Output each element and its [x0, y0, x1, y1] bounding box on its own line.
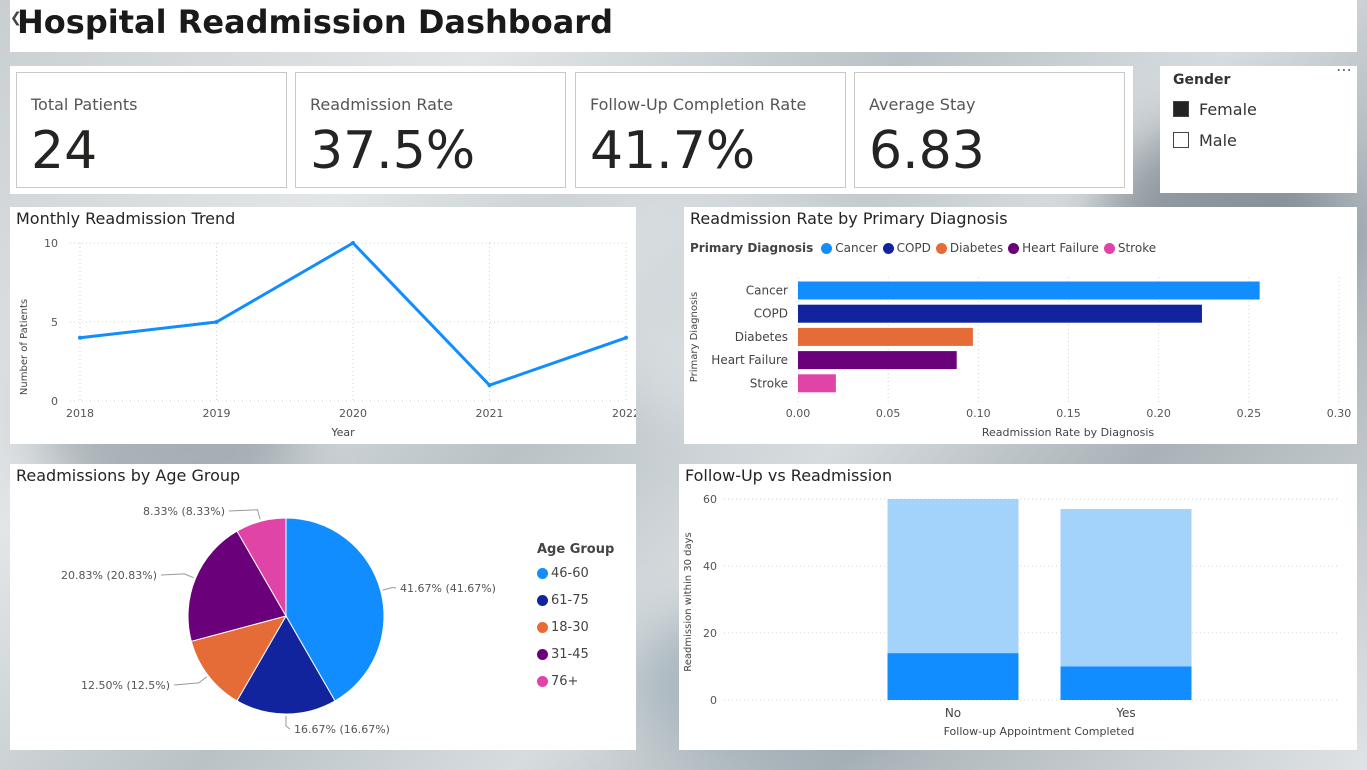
y-tick-label: 40	[703, 560, 717, 573]
kpi-card-readmission-rate: Readmission Rate 37.5%	[295, 72, 566, 188]
y-tick-label: Cancer	[746, 284, 788, 298]
slicer-option-label: Female	[1199, 99, 1257, 119]
checkbox-empty-icon[interactable]	[1173, 132, 1189, 148]
column-chart-card: Follow-Up vs Readmission Readmission wit…	[679, 464, 1357, 750]
y-tick-label: 60	[703, 493, 717, 506]
bar[interactable]	[798, 351, 957, 370]
gender-slicer: ⋯ Gender Female Male	[1160, 60, 1357, 193]
legend-item[interactable]: 46-60	[537, 566, 589, 581]
kpi-value: 37.5%	[310, 121, 476, 181]
legend-dot-icon	[537, 649, 548, 660]
x-tick-label: No	[945, 706, 961, 720]
kpi-label: Average Stay	[869, 95, 976, 114]
legend-dot-icon	[537, 595, 548, 606]
checkbox-checked-icon[interactable]	[1173, 101, 1189, 117]
x-tick-label: 0.10	[966, 407, 991, 420]
pie-chart-card: Readmissions by Age Group 41.67% (41.67%…	[10, 464, 636, 750]
y-axis-title: Primary Diagnosis	[689, 292, 700, 382]
x-tick-label: 2022	[612, 407, 636, 420]
legend-dot-icon	[537, 676, 548, 687]
page-title: Hospital Readmission Dashboard	[17, 3, 613, 41]
legend-label: 18-30	[551, 620, 589, 635]
data-label: 41.67% (41.67%)	[400, 582, 496, 595]
x-tick-label: 0.30	[1327, 407, 1352, 420]
x-axis-title: Year	[330, 426, 355, 439]
data-label: 12.50% (12.5%)	[81, 679, 170, 692]
leader-line	[160, 573, 194, 579]
legend-item[interactable]: 18-30	[537, 620, 589, 635]
y-tick-label: 0	[710, 694, 717, 707]
legend-label: 76+	[551, 674, 579, 689]
y-axis-title: Number of Patients	[19, 299, 30, 395]
leader-line	[228, 509, 261, 520]
leader-line	[173, 676, 207, 686]
y-tick-label: Heart Failure	[711, 353, 788, 367]
legend-label: 61-75	[551, 593, 589, 608]
y-tick-label: Stroke	[750, 376, 788, 390]
x-tick-label: 2021	[476, 407, 504, 420]
y-tick-label: 10	[44, 237, 58, 250]
kpi-card-follow-up-rate: Follow-Up Completion Rate 41.7%	[575, 72, 846, 188]
kpi-value: 6.83	[869, 121, 985, 181]
x-tick-label: Yes	[1115, 706, 1135, 720]
kpi-strip: Total Patients 24 Readmission Rate 37.5%…	[10, 66, 1133, 194]
more-options-icon[interactable]: ⋯	[1336, 60, 1353, 79]
legend-dot-icon	[537, 568, 548, 579]
x-tick-label: 0.05	[876, 407, 901, 420]
column-segment[interactable]	[1060, 509, 1192, 667]
bar-chart-card: Readmission Rate by Primary Diagnosis Pr…	[684, 207, 1357, 444]
x-tick-label: 2018	[66, 407, 94, 420]
slicer-option-male[interactable]: Male	[1173, 130, 1237, 150]
x-tick-label: 0.25	[1237, 407, 1262, 420]
legend-item[interactable]: 31-45	[537, 647, 589, 662]
legend-label: 46-60	[551, 566, 589, 581]
kpi-card-average-stay: Average Stay 6.83	[854, 72, 1125, 188]
column-segment[interactable]	[1060, 666, 1192, 701]
column-segment[interactable]	[887, 499, 1019, 654]
leader-line	[285, 715, 291, 730]
legend-title: Age Group	[537, 542, 615, 557]
legend-dot-icon	[537, 622, 548, 633]
y-tick-label: Diabetes	[735, 330, 788, 344]
slicer-option-label: Male	[1199, 130, 1237, 150]
slicer-option-female[interactable]: Female	[1173, 99, 1257, 119]
kpi-label: Total Patients	[31, 95, 138, 114]
bar[interactable]	[798, 327, 973, 346]
data-label: 8.33% (8.33%)	[143, 505, 225, 518]
bar[interactable]	[798, 304, 1202, 323]
x-tick-label: 2019	[203, 407, 231, 420]
x-tick-label: 2020	[339, 407, 367, 420]
data-label: 16.67% (16.67%)	[294, 723, 390, 736]
x-tick-label: 0.00	[786, 407, 811, 420]
line-chart-card: Monthly Readmission Trend Number of Pati…	[10, 207, 636, 444]
slicer-title: Gender	[1173, 72, 1231, 88]
y-tick-label: 5	[51, 316, 58, 329]
kpi-value: 24	[31, 121, 98, 181]
column-chart: Readmission within 30 days Follow-up App…	[683, 493, 1339, 738]
y-tick-label: COPD	[754, 307, 788, 321]
legend-item[interactable]: 76+	[537, 674, 578, 689]
bar-chart: Primary Diagnosis Readmission Rate by Di…	[689, 277, 1352, 439]
kpi-card-total-patients: Total Patients 24	[16, 72, 287, 188]
bar[interactable]	[798, 281, 1260, 300]
x-axis-title: Follow-up Appointment Completed	[944, 725, 1135, 738]
bar[interactable]	[798, 374, 836, 393]
leader-line	[382, 587, 397, 591]
x-axis-title: Readmission Rate by Diagnosis	[982, 426, 1155, 439]
y-tick-label: 20	[703, 627, 717, 640]
x-tick-label: 0.20	[1146, 407, 1171, 420]
y-axis-title: Readmission within 30 days	[683, 532, 694, 672]
data-label: 20.83% (20.83%)	[61, 569, 157, 582]
column-segment[interactable]	[887, 653, 1019, 700]
line-chart: Number of Patients Year 0 5 10 2018 2019 2020…	[19, 237, 636, 439]
legend-item[interactable]: 61-75	[537, 593, 589, 608]
y-tick-label: 0	[51, 395, 58, 408]
kpi-value: 41.7%	[590, 121, 756, 181]
legend-label: 31-45	[551, 647, 589, 662]
x-tick-label: 0.15	[1056, 407, 1081, 420]
kpi-label: Follow-Up Completion Rate	[590, 95, 807, 114]
header-bar: ❮ Hospital Readmission Dashboard	[10, 0, 1357, 52]
kpi-label: Readmission Rate	[310, 95, 454, 114]
